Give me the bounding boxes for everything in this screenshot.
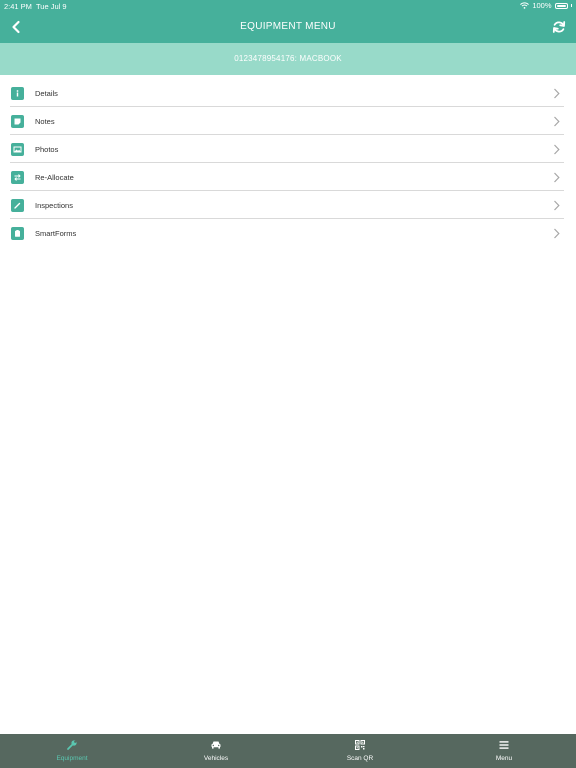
battery-percent: 100% [532,1,552,10]
menu-list: Details Notes Photos Re-Allocate Inspect… [0,79,576,247]
note-icon [11,115,24,128]
photo-icon [11,143,24,156]
swap-icon [11,171,24,184]
tab-equipment[interactable]: Equipment [0,734,144,768]
tab-label: Scan QR [346,755,374,762]
tab-label: Equipment [56,755,88,762]
menu-item-re-allocate[interactable]: Re-Allocate [0,163,576,191]
menu-icon [499,741,509,749]
chevron-right-icon [554,228,560,239]
menu-item-label: Inspections [35,201,73,210]
equipment-subheader: 0123478954176: MACBOOK [0,43,576,75]
chevron-right-icon [554,116,560,127]
tab-label: Menu [495,755,513,762]
menu-item-label: Photos [35,145,59,154]
page-title: EQUIPMENT MENU [240,21,336,32]
menu-item-details[interactable]: Details [0,79,576,107]
menu-item-smartforms[interactable]: SmartForms [0,219,576,247]
chevron-right-icon [554,172,560,183]
wifi-icon [520,2,530,9]
info-icon [11,87,24,100]
chevron-right-icon [554,88,560,99]
wrench-icon [67,740,77,750]
clipboard-icon [11,227,24,240]
refresh-icon [552,21,566,33]
tab-vehicles[interactable]: Vehicles [144,734,288,768]
car-icon [211,741,221,749]
refresh-button[interactable] [550,18,568,36]
battery-icon [554,2,568,9]
menu-item-label: Notes [35,117,55,126]
menu-item-photos[interactable]: Photos [0,135,576,163]
menu-item-label: Re-Allocate [35,173,74,182]
tab-menu[interactable]: Menu [432,734,576,768]
status-date: Tue Jul 9 [36,2,67,11]
menu-item-label: Details [35,89,58,98]
tab-label: Vehicles [203,755,229,762]
menu-item-inspections[interactable]: Inspections [0,191,576,219]
chevron-right-icon [554,200,560,211]
pencil-icon [11,199,24,212]
menu-item-notes[interactable]: Notes [0,107,576,135]
chevron-right-icon [554,144,560,155]
tab-scan-qr[interactable]: Scan QR [288,734,432,768]
tab-bar: Equipment Vehicles Scan QR Menu [0,734,576,768]
qr-code-icon [355,740,365,750]
battery-tip [570,4,572,7]
menu-item-label: SmartForms [35,229,77,238]
nav-bar: EQUIPMENT MENU [0,12,576,43]
status-bar: 2:41 PM Tue Jul 9 100% [0,0,576,12]
status-time: 2:41 PM [4,2,32,11]
status-right: 100% [520,1,572,10]
